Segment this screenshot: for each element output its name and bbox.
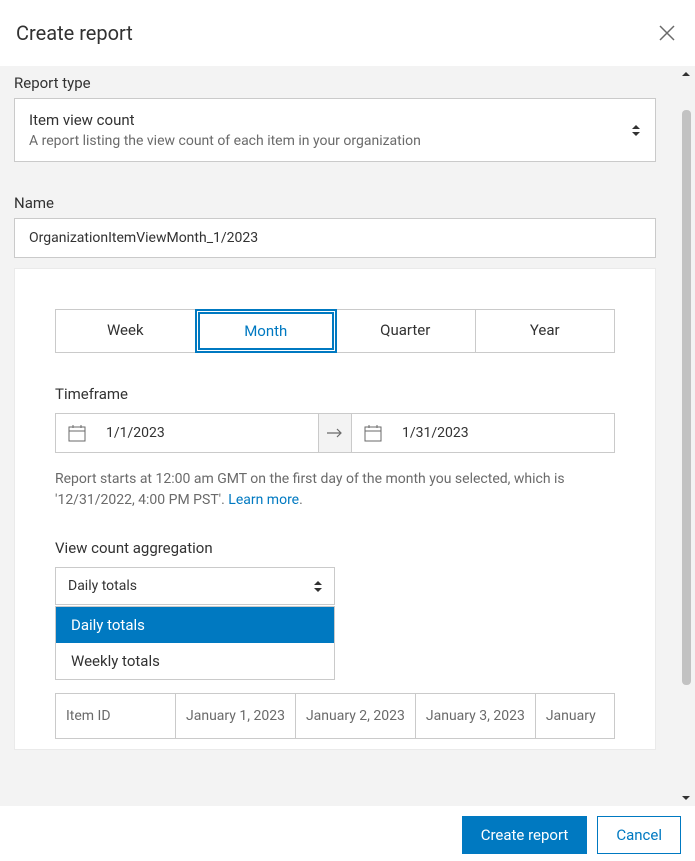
dialog-title: Create report bbox=[16, 21, 133, 45]
report-config-card: Week Month Quarter Year Timeframe 1/1/20… bbox=[14, 268, 656, 750]
chevron-down-icon bbox=[681, 795, 691, 801]
arrow-right-icon bbox=[326, 427, 344, 439]
timeframe-helper-text: Report starts at 12:00 am GMT on the fir… bbox=[55, 469, 615, 511]
cancel-button[interactable]: Cancel bbox=[597, 816, 681, 854]
create-report-button[interactable]: Create report bbox=[462, 816, 588, 854]
select-arrows-icon bbox=[631, 124, 641, 137]
column-preview-table: Item ID January 1, 2023 January 2, 2023 … bbox=[55, 693, 615, 739]
aggregation-label: View count aggregation bbox=[55, 539, 615, 557]
scroll-thumb[interactable] bbox=[682, 110, 691, 685]
start-date-value: 1/1/2023 bbox=[106, 425, 165, 441]
start-date-input[interactable]: 1/1/2023 bbox=[55, 413, 319, 453]
chevron-up-icon bbox=[681, 71, 691, 77]
name-label: Name bbox=[14, 194, 656, 212]
preview-column: January 3, 2023 bbox=[416, 694, 536, 738]
preview-column: Item ID bbox=[56, 694, 176, 738]
scroll-down-button[interactable] bbox=[676, 790, 695, 806]
dialog-footer: Create report Cancel bbox=[0, 806, 695, 861]
preview-column: January 1, 2023 bbox=[176, 694, 296, 738]
close-button[interactable] bbox=[655, 21, 679, 45]
aggregation-option-daily[interactable]: Daily totals bbox=[56, 607, 334, 643]
end-date-input[interactable]: 1/31/2023 bbox=[351, 413, 615, 453]
timeframe-label: Timeframe bbox=[55, 385, 615, 403]
timeframe-row: 1/1/2023 1/31/2023 bbox=[55, 413, 615, 453]
report-type-selected-title: Item view count bbox=[29, 111, 631, 129]
date-range-arrow bbox=[319, 413, 351, 453]
dialog-header: Create report bbox=[0, 0, 695, 66]
tab-month[interactable]: Month bbox=[195, 309, 338, 353]
report-type-selected-desc: A report listing the view count of each … bbox=[29, 133, 631, 149]
preview-column: January bbox=[536, 694, 606, 738]
report-type-select[interactable]: Item view count A report listing the vie… bbox=[14, 98, 656, 162]
dialog-body: Report type Item view count A report lis… bbox=[0, 66, 695, 806]
aggregation-option-weekly[interactable]: Weekly totals bbox=[56, 643, 334, 679]
tab-week[interactable]: Week bbox=[56, 310, 196, 352]
report-type-label: Report type bbox=[14, 74, 656, 92]
close-icon bbox=[657, 23, 677, 43]
tab-quarter[interactable]: Quarter bbox=[336, 310, 476, 352]
end-date-value: 1/31/2023 bbox=[402, 425, 469, 441]
aggregation-dropdown: Daily totals Weekly totals bbox=[55, 606, 335, 680]
period-tabs: Week Month Quarter Year bbox=[55, 309, 615, 353]
calendar-icon bbox=[364, 424, 382, 442]
aggregation-select[interactable]: Daily totals Daily totals Weekly totals bbox=[55, 567, 335, 605]
scrollbar[interactable] bbox=[676, 66, 695, 806]
name-input[interactable] bbox=[14, 218, 656, 258]
preview-column: January 2, 2023 bbox=[296, 694, 416, 738]
scroll-up-button[interactable] bbox=[676, 66, 695, 82]
aggregation-selected-value: Daily totals bbox=[68, 578, 137, 594]
calendar-icon bbox=[68, 424, 86, 442]
select-arrows-icon bbox=[314, 581, 322, 592]
tab-year[interactable]: Year bbox=[476, 310, 615, 352]
learn-more-link[interactable]: Learn more bbox=[228, 492, 299, 508]
